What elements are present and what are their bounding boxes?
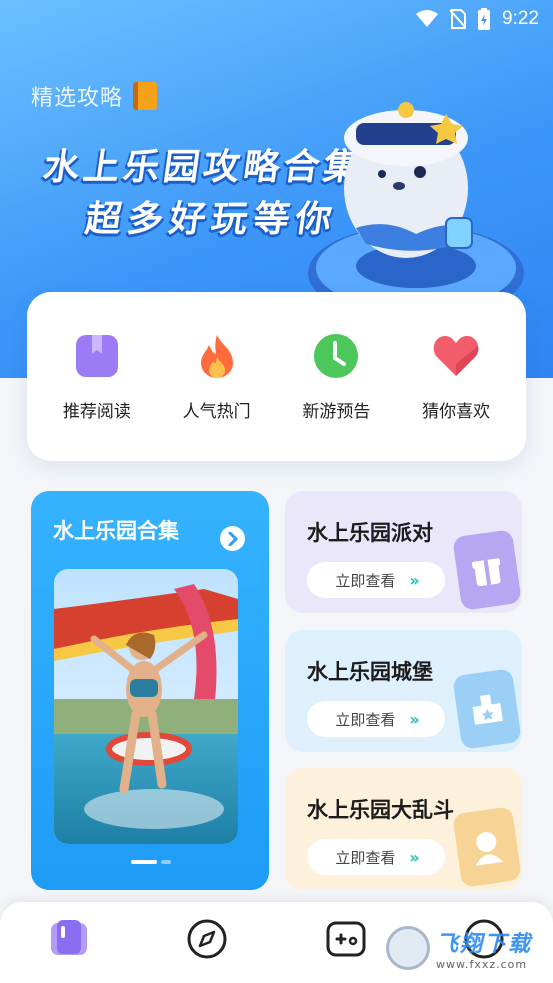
side-card-castle[interactable]: 水上乐园城堡 立即查看 ›› [285, 630, 522, 752]
flame-icon [192, 331, 242, 381]
battery-icon [478, 8, 491, 30]
pager-dot [161, 860, 171, 864]
view-now-label: 立即查看 [335, 848, 396, 867]
feature-title: 水上乐园合集 [53, 519, 179, 543]
quick-link-recommended[interactable]: 推荐阅读 [42, 331, 152, 422]
double-chevron-icon: ›› [409, 709, 419, 729]
hero-tag: 精选攻略 [31, 80, 158, 112]
gamepad-icon [326, 921, 366, 956]
view-now-button[interactable]: 立即查看 ›› [307, 701, 445, 737]
hero-tag-label: 精选攻略 [31, 86, 124, 111]
view-now-label: 立即查看 [335, 571, 396, 590]
heart-icon [431, 331, 481, 381]
side-card-title: 水上乐园大乱斗 [307, 798, 454, 822]
quick-link-label: 猜你喜欢 [422, 402, 491, 422]
status-time: 9:22 [502, 8, 539, 29]
feature-image[interactable] [54, 569, 238, 844]
compass-icon [187, 919, 227, 958]
watermark-url: www.fxxz.com [436, 957, 528, 971]
feature-more-button[interactable] [220, 526, 245, 551]
quick-link-label: 人气热门 [182, 402, 251, 422]
pager-dot-active [131, 860, 157, 864]
double-chevron-icon: ›› [409, 570, 419, 590]
nav-tab-discover[interactable] [177, 914, 237, 964]
quick-links-card: 推荐阅读 人气热门 新游预告 猜你喜欢 [27, 292, 526, 461]
carousel-pager [131, 860, 171, 864]
clock-icon [311, 331, 361, 381]
quick-link-label: 推荐阅读 [62, 402, 131, 422]
book-icon [51, 919, 88, 955]
side-card-title: 水上乐园派对 [307, 521, 433, 545]
bookmark-icon [72, 331, 122, 381]
nav-tab-guides[interactable] [39, 914, 99, 964]
view-now-button[interactable]: 立即查看 ›› [307, 562, 445, 598]
book-emoji-icon [133, 82, 158, 110]
side-card-party[interactable]: 水上乐园派对 立即查看 ›› [285, 491, 522, 613]
avatar-icon [452, 806, 522, 888]
double-chevron-icon: ›› [409, 847, 419, 867]
nav-tab-games[interactable] [316, 914, 376, 964]
status-bar: 9:22 [0, 0, 553, 38]
seal-mascot-illustration [308, 102, 524, 321]
quick-link-label: 新游预告 [302, 402, 371, 422]
watermark: 飞翔下载 www.fxxz.com [386, 920, 548, 976]
gift-icon [452, 529, 522, 611]
quick-link-popular[interactable]: 人气热门 [162, 331, 272, 422]
side-card-title: 水上乐园城堡 [307, 660, 433, 684]
watermark-title: 飞翔下载 [436, 931, 533, 957]
wifi-icon [416, 10, 439, 27]
view-now-label: 立即查看 [335, 710, 396, 729]
no-sim-icon [450, 9, 467, 29]
side-card-brawl[interactable]: 水上乐园大乱斗 立即查看 ›› [285, 768, 522, 890]
chevron-right-icon [228, 531, 238, 546]
watermark-logo-icon [386, 926, 430, 970]
quick-link-for-you[interactable]: 猜你喜欢 [401, 331, 511, 422]
castle-icon [452, 668, 522, 750]
quick-link-upcoming[interactable]: 新游预告 [281, 331, 391, 422]
view-now-button[interactable]: 立即查看 ›› [307, 839, 445, 875]
